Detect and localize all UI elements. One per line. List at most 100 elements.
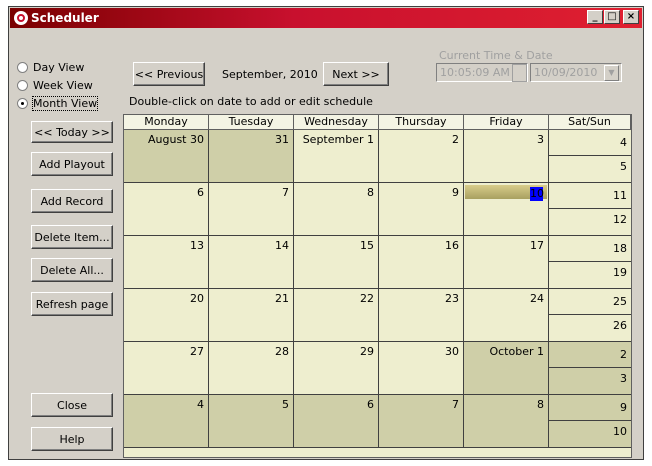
weekend-day-cell[interactable]: 9 [549,395,631,421]
day-cell[interactable]: 6 [124,183,209,236]
day-number: 4 [197,398,204,411]
day-cell[interactable]: 15 [294,236,379,289]
day-cell[interactable]: September 1 [294,130,379,183]
week-view-radio-dot[interactable] [17,80,28,91]
day-cell[interactable]: 30 [379,342,464,395]
day-number: 20 [190,292,204,305]
day-cell[interactable]: 17 [464,236,549,289]
day-cell[interactable]: 8 [464,395,549,448]
day-cell[interactable]: 14 [209,236,294,289]
close-window-button[interactable]: × [623,10,639,24]
day-cell[interactable]: 9 [379,183,464,236]
day-cell[interactable]: 22 [294,289,379,342]
day-number: 12 [613,213,627,226]
minimize-button[interactable]: _ [587,10,603,24]
day-number: 22 [360,292,374,305]
day-number: 4 [620,136,627,149]
weekend-day-cell[interactable]: 12 [549,209,631,236]
day-cell[interactable]: 29 [294,342,379,395]
header-monday: Monday [124,115,209,130]
day-number: 21 [275,292,289,305]
month-view-label: Month View [31,96,99,111]
title-bar[interactable]: Scheduler _ □ × [10,8,642,28]
day-number: September 1 [302,133,374,146]
weekend-day-cell[interactable]: 26 [549,315,631,342]
day-number: 23 [445,292,459,305]
delete-item-button[interactable]: Delete Item... [31,225,113,249]
date-dropdown-icon: ▼ [604,65,619,81]
day-cell[interactable]: October 1 [464,342,549,395]
day-number: 11 [613,189,627,202]
window-title: Scheduler [31,11,99,25]
time-spinner [512,64,527,82]
day-cell[interactable]: 16 [379,236,464,289]
maximize-button[interactable]: □ [604,10,620,24]
weekend-day-cell[interactable]: 10 [549,421,631,448]
delete-all-button[interactable]: Delete All... [31,258,113,282]
next-month-button[interactable]: Next >> [323,62,389,86]
day-cell[interactable]: 24 [464,289,549,342]
day-number: 9 [452,186,459,199]
day-cell[interactable]: 31 [209,130,294,183]
date-value: 10/09/2010 [534,66,598,79]
day-cell[interactable]: 20 [124,289,209,342]
day-cell[interactable]: 3 [464,130,549,183]
weekend-day-cell[interactable]: 4 [549,130,631,156]
day-cell[interactable]: 2 [379,130,464,183]
day-view-label: Day View [33,61,85,74]
day-number: 29 [360,345,374,358]
weekend-day-cell[interactable]: 18 [549,236,631,262]
month-calendar: Monday Tuesday Wednesday Thursday Friday Sat/… [123,114,632,458]
schedule-hint: Double-click on date to add or edit sche… [129,95,373,108]
current-time-label: Current Time & Date [439,49,553,62]
day-number: 6 [367,398,374,411]
day-number: 8 [367,186,374,199]
previous-month-button[interactable]: << Previous [133,62,205,86]
add-playout-button[interactable]: Add Playout [31,152,113,176]
app-logo-icon [14,11,28,25]
weekend-day-cell[interactable]: 3 [549,368,631,395]
week-view-radio[interactable]: Week View [17,79,93,92]
day-view-radio[interactable]: Day View [17,61,84,74]
day-number: 13 [190,239,204,252]
day-number: 3 [620,372,627,385]
help-button[interactable]: Help [31,427,113,451]
add-record-button[interactable]: Add Record [31,189,113,213]
day-number: 31 [275,133,289,146]
weekend-day-cell[interactable]: 11 [549,183,631,209]
day-cell[interactable]: 13 [124,236,209,289]
day-cell[interactable]: August 30 [124,130,209,183]
day-number: October 1 [489,345,544,358]
header-tuesday: Tuesday [209,115,294,130]
month-view-radio-dot[interactable] [17,98,28,109]
day-number: 10 [613,425,627,438]
today-highlight: 10 [465,185,547,201]
refresh-page-button[interactable]: Refresh page [31,292,113,316]
day-cell[interactable]: 4 [124,395,209,448]
scheduler-window: Scheduler _ □ × Day View Week View Month… [8,6,644,460]
day-cell[interactable]: 27 [124,342,209,395]
weekend-day-cell[interactable]: 5 [549,156,631,183]
today-button[interactable]: << Today >> [31,121,113,143]
day-number: 14 [275,239,289,252]
day-number: 28 [275,345,289,358]
day-cell[interactable]: 8 [294,183,379,236]
day-cell[interactable]: 28 [209,342,294,395]
close-button[interactable]: Close [31,393,113,417]
weekend-day-cell[interactable]: 2 [549,342,631,368]
day-cell[interactable]: 23 [379,289,464,342]
day-number: 2 [620,348,627,361]
day-number: 6 [197,186,204,199]
day-cell[interactable]: 10 [464,183,549,236]
day-cell[interactable]: 21 [209,289,294,342]
day-cell[interactable]: 7 [209,183,294,236]
month-view-radio[interactable]: Month View [17,96,99,111]
weekend-day-cell[interactable]: 19 [549,262,631,289]
day-number: 19 [613,266,627,279]
weekend-day-cell[interactable]: 25 [549,289,631,315]
day-cell[interactable]: 7 [379,395,464,448]
day-cell[interactable]: 6 [294,395,379,448]
day-view-radio-dot[interactable] [17,62,28,73]
day-cell[interactable]: 5 [209,395,294,448]
day-number: August 30 [148,133,204,146]
